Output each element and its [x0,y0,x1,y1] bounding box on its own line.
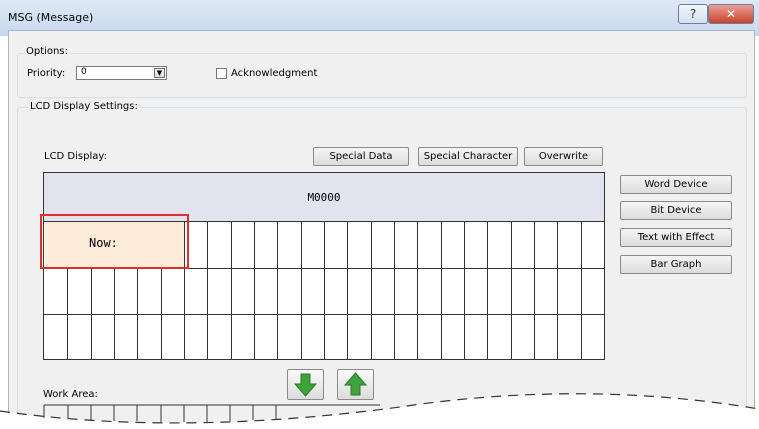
lcd-display-label: LCD Display: [44,151,107,162]
acknowledgment-checkbox[interactable] [216,68,227,79]
options-label: Options: [24,46,70,57]
bit-device-button[interactable]: Bit Device [620,201,732,220]
chevron-down-icon[interactable]: ▼ [154,68,165,78]
highlight-box [40,214,189,269]
close-icon: ✕ [725,7,737,21]
acknowledgment-label[interactable]: Acknowledgment [231,68,317,79]
help-button[interactable]: ? [678,4,708,24]
close-button[interactable]: ✕ [708,4,754,24]
priority-select[interactable]: 0 ▼ [76,66,167,80]
priority-label: Priority: [27,68,66,79]
text-with-effect-button[interactable]: Text with Effect [620,228,732,247]
special-character-button[interactable]: Special Character [418,147,518,166]
msg-dialog: MSG (Message) ? ✕ Options: Priority: 0 ▼… [0,0,759,429]
question-icon: ? [689,7,697,21]
lcd-settings-label: LCD Display Settings: [28,101,140,112]
special-data-button[interactable]: Special Data [313,147,409,166]
window-title: MSG (Message) [8,11,94,24]
word-device-button[interactable]: Word Device [620,175,732,194]
torn-edge [0,393,759,429]
bar-graph-button[interactable]: Bar Graph [620,255,732,274]
priority-value: 0 [81,67,87,77]
overwrite-button[interactable]: Overwrite [524,147,603,166]
